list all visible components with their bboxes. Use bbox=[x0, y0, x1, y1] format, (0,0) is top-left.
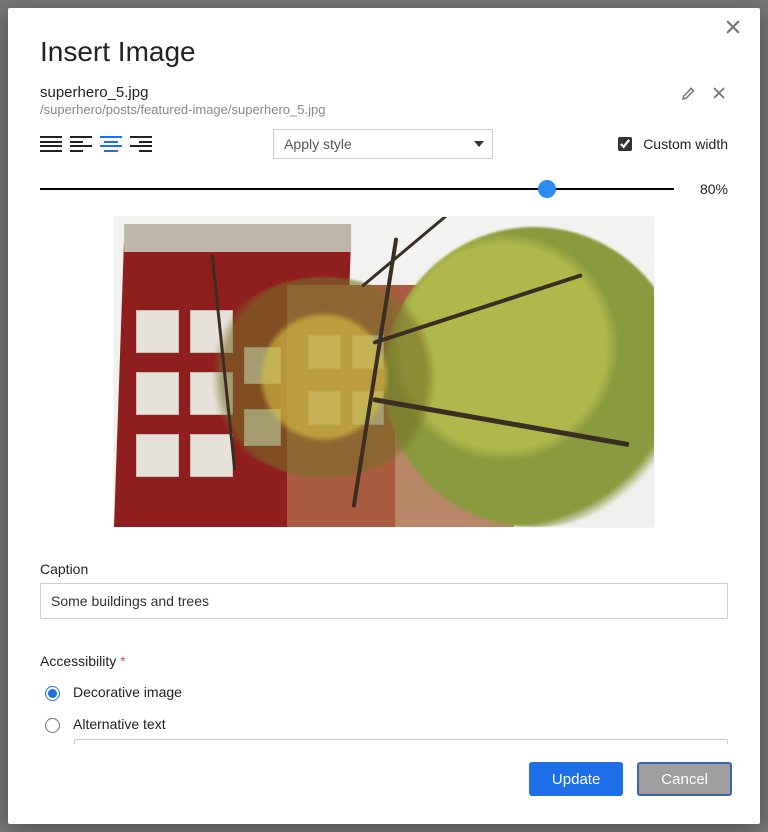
align-center-button[interactable] bbox=[100, 135, 122, 153]
width-slider-thumb[interactable] bbox=[538, 180, 556, 198]
width-slider[interactable]: 80% bbox=[40, 181, 728, 197]
alt-text-input[interactable] bbox=[74, 739, 728, 744]
apply-style-label: Apply style bbox=[284, 136, 352, 152]
decorative-image-option[interactable]: Decorative image bbox=[40, 683, 728, 701]
custom-width-checkbox[interactable] bbox=[618, 137, 632, 151]
alt-text-radio-label: Alternative text bbox=[73, 716, 166, 732]
insert-image-dialog: Insert Image superhero_5.jpg /superhero/… bbox=[8, 8, 760, 824]
file-path: /superhero/posts/featured-image/superher… bbox=[40, 102, 680, 117]
dialog-footer: Update Cancel bbox=[8, 744, 760, 824]
width-slider-track[interactable] bbox=[40, 188, 674, 190]
caption-label: Caption bbox=[40, 561, 728, 577]
dialog-title: Insert Image bbox=[40, 36, 728, 68]
required-marker: * bbox=[120, 653, 125, 669]
align-right-button[interactable] bbox=[130, 135, 152, 153]
file-name: superhero_5.jpg bbox=[40, 84, 680, 101]
file-info-row: superhero_5.jpg /superhero/posts/feature… bbox=[40, 84, 728, 117]
file-info: superhero_5.jpg /superhero/posts/feature… bbox=[40, 84, 680, 117]
update-button[interactable]: Update bbox=[529, 762, 623, 796]
remove-attachment-icon[interactable] bbox=[710, 84, 728, 102]
custom-width-toggle[interactable]: Custom width bbox=[614, 134, 728, 154]
dialog-header: Insert Image bbox=[8, 8, 760, 76]
chevron-down-icon bbox=[474, 141, 484, 147]
alt-text-radio[interactable] bbox=[45, 718, 60, 733]
align-justify-button[interactable] bbox=[40, 135, 62, 153]
dialog-body[interactable]: superhero_5.jpg /superhero/posts/feature… bbox=[8, 76, 760, 744]
image-preview-wrap bbox=[40, 217, 728, 527]
edit-attachment-icon[interactable] bbox=[680, 84, 698, 102]
close-dialog-button[interactable] bbox=[724, 18, 748, 42]
accessibility-label: Accessibility * bbox=[40, 653, 728, 669]
decorative-radio-label: Decorative image bbox=[73, 684, 182, 700]
accessibility-label-text: Accessibility bbox=[40, 653, 116, 669]
caption-input[interactable] bbox=[40, 583, 728, 619]
width-slider-value: 80% bbox=[692, 181, 728, 197]
custom-width-label: Custom width bbox=[643, 136, 728, 152]
alignment-group bbox=[40, 135, 152, 153]
alternative-text-option[interactable]: Alternative text bbox=[40, 715, 728, 733]
file-actions bbox=[680, 84, 728, 102]
align-left-button[interactable] bbox=[70, 135, 92, 153]
image-toolbar: Apply style Custom width bbox=[40, 129, 728, 159]
decorative-radio[interactable] bbox=[45, 686, 60, 701]
apply-style-select[interactable]: Apply style bbox=[273, 129, 493, 159]
cancel-button[interactable]: Cancel bbox=[637, 762, 732, 796]
image-preview bbox=[114, 217, 654, 527]
